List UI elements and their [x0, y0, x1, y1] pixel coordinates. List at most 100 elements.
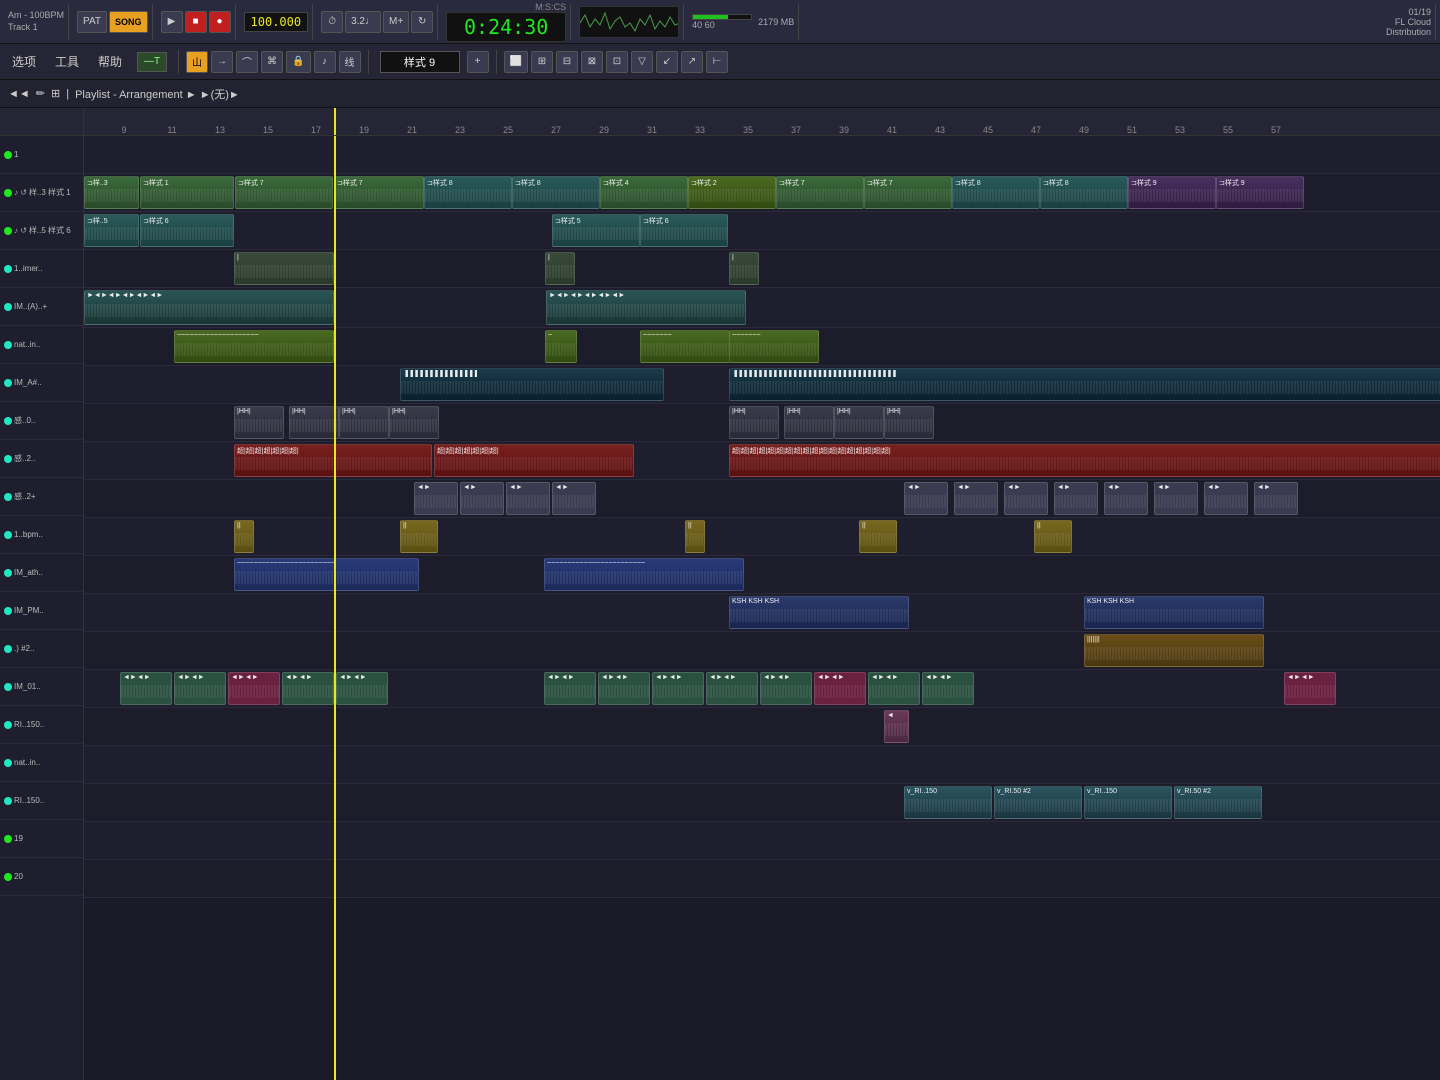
- tool-curve-btn[interactable]: ⌒: [236, 51, 258, 73]
- clip-r8-1[interactable]: |HH|: [234, 406, 284, 439]
- clip-r15-14[interactable]: ◄►◄►: [1284, 672, 1336, 705]
- clip-r12-2[interactable]: ~~~~~~~~~~~~~~~~~~~~~~~~: [544, 558, 744, 591]
- clip-r15-13[interactable]: ◄►◄►: [922, 672, 974, 705]
- nav-back-icon[interactable]: ◄◄: [8, 88, 30, 100]
- clip-r16-1[interactable]: ◄: [884, 710, 909, 743]
- metronome-button[interactable]: ⏱: [321, 11, 343, 33]
- clip-r3-4[interactable]: ⊐样式 6: [640, 214, 728, 247]
- clip-r2-3[interactable]: ⊐样式 7: [235, 176, 333, 209]
- clip-r13-1[interactable]: KSH KSH KSH: [729, 596, 909, 629]
- clip-r2-11[interactable]: ⊐样式 8: [952, 176, 1040, 209]
- pat-button[interactable]: PAT: [77, 11, 107, 33]
- record-button[interactable]: ●: [209, 11, 231, 33]
- clip-r15-12[interactable]: ◄►◄►: [868, 672, 920, 705]
- clip-r10-5[interactable]: ◄►: [904, 482, 948, 515]
- clip-r18-1[interactable]: v_RI..150: [904, 786, 992, 819]
- clip-r15-6[interactable]: ◄►◄►: [544, 672, 596, 705]
- clip-r2-5[interactable]: ⊐样式 8: [424, 176, 512, 209]
- clip-r18-4[interactable]: v_RI.50 #2: [1174, 786, 1262, 819]
- clip-r8-3[interactable]: |HH|: [339, 406, 389, 439]
- clip-r2-12[interactable]: ⊐样式 8: [1040, 176, 1128, 209]
- clip-r8-8[interactable]: |HH|: [884, 406, 934, 439]
- pattern-num-btn[interactable]: 3.2♩: [345, 11, 381, 33]
- clip-r10-10[interactable]: ◄►: [1154, 482, 1198, 515]
- func3-btn[interactable]: ↗: [681, 51, 703, 73]
- clip-r15-4[interactable]: ◄►◄►: [282, 672, 334, 705]
- nav-tools-icon[interactable]: ✏: [36, 87, 45, 100]
- clip-r10-7[interactable]: ◄►: [1004, 482, 1048, 515]
- tool-line-btn[interactable]: 线: [339, 51, 361, 73]
- clip-r11-5[interactable]: ||: [1034, 520, 1072, 553]
- clip-r7-1[interactable]: ▐▐▐▐▐▐▐▐▐▐▐▐▐▐▐: [400, 368, 664, 401]
- clip-r2-4[interactable]: ⊐样式 7: [334, 176, 424, 209]
- clip-r15-3[interactable]: ◄►◄►: [228, 672, 280, 705]
- clip-r15-2[interactable]: ◄►◄►: [174, 672, 226, 705]
- clip-r15-7[interactable]: ◄►◄►: [598, 672, 650, 705]
- loop-btn[interactable]: ↻: [411, 11, 433, 33]
- clip-r15-8[interactable]: ◄►◄►: [652, 672, 704, 705]
- clip-r2-6[interactable]: ⊐样式 8: [512, 176, 600, 209]
- menu-options[interactable]: 选项: [4, 49, 44, 74]
- align-btn[interactable]: ⊞: [531, 51, 553, 73]
- play-button[interactable]: ▶: [161, 11, 183, 33]
- clip-r6-4[interactable]: ~~~~~~~: [729, 330, 819, 363]
- clip-r6-1[interactable]: ~~~~~~~~~~~~~~~~~~~~: [174, 330, 334, 363]
- clip-r3-1[interactable]: ⊐样..5: [84, 214, 139, 247]
- tool-note-btn[interactable]: ♪: [314, 51, 336, 73]
- grid-btn[interactable]: ⊟: [556, 51, 578, 73]
- clip-r18-2[interactable]: v_RI.50 #2: [994, 786, 1082, 819]
- tool-arrow-btn[interactable]: →: [211, 51, 233, 73]
- clip-r2-1[interactable]: ⊐样..3: [84, 176, 139, 209]
- clip-r2-10[interactable]: ⊐样式 7: [864, 176, 952, 209]
- clip-r5-2[interactable]: ►◄►◄►◄►◄►◄►: [546, 290, 746, 325]
- clip-r2-9[interactable]: ⊐样式 7: [776, 176, 864, 209]
- filter-btn[interactable]: ▽: [631, 51, 653, 73]
- clip-r6-2[interactable]: ~: [545, 330, 577, 363]
- clip-r4-2[interactable]: |: [545, 252, 575, 285]
- clip-r8-6[interactable]: |HH|: [784, 406, 834, 439]
- clip-r11-4[interactable]: ||: [859, 520, 897, 553]
- menu-tools[interactable]: 工具: [47, 49, 87, 74]
- clip-r4-3[interactable]: |: [729, 252, 759, 285]
- clip-r2-14[interactable]: ⊐样式 9: [1216, 176, 1304, 209]
- clip-r7-2[interactable]: ▐▐▐▐▐▐▐▐▐▐▐▐▐▐▐▐▐▐▐▐▐▐▐▐▐▐▐▐▐▐▐▐▐: [729, 368, 1440, 401]
- mixer-btn[interactable]: M+: [383, 11, 409, 33]
- clip-r11-3[interactable]: ||: [685, 520, 705, 553]
- func1-btn[interactable]: ⊡: [606, 51, 628, 73]
- clip-r10-12[interactable]: ◄►: [1254, 482, 1298, 515]
- clip-r10-4[interactable]: ◄►: [552, 482, 596, 515]
- clip-r18-3[interactable]: v_RI..150: [1084, 786, 1172, 819]
- clip-r15-11[interactable]: ◄►◄►: [814, 672, 866, 705]
- clip-r10-8[interactable]: ◄►: [1054, 482, 1098, 515]
- pattern-selector[interactable]: 样式 9: [380, 51, 460, 73]
- bpm-display[interactable]: 100.000: [244, 12, 309, 32]
- nav-grid-icon[interactable]: ⊞: [51, 87, 60, 100]
- func4-btn[interactable]: ⊢: [706, 51, 728, 73]
- clip-r5-1[interactable]: ►◄►◄►◄►◄►◄►: [84, 290, 334, 325]
- clip-r11-2[interactable]: ||: [400, 520, 438, 553]
- clip-r2-13[interactable]: ⊐样式 9: [1128, 176, 1216, 209]
- clip-r8-5[interactable]: |HH|: [729, 406, 779, 439]
- clip-r9-1[interactable]: 超|超|超|超|超|超|超|: [234, 444, 432, 477]
- clip-r10-1[interactable]: ◄►: [414, 482, 458, 515]
- tool-link-btn[interactable]: ⌘: [261, 51, 283, 73]
- arrangement-area[interactable]: 9 11 13 15 17 19 21 23 25 27 29 31 33 35…: [84, 108, 1440, 1080]
- clip-r10-2[interactable]: ◄►: [460, 482, 504, 515]
- clip-r8-4[interactable]: |HH|: [389, 406, 439, 439]
- snap-btn[interactable]: ⊠: [581, 51, 603, 73]
- clip-r2-8[interactable]: ⊐样式 2: [688, 176, 776, 209]
- clip-r10-3[interactable]: ◄►: [506, 482, 550, 515]
- menu-help[interactable]: 帮助: [90, 49, 130, 74]
- clip-r6-3[interactable]: ~~~~~~~: [640, 330, 730, 363]
- clip-r3-3[interactable]: ⊐样式 5: [552, 214, 640, 247]
- clip-r11-1[interactable]: ||: [234, 520, 254, 553]
- clip-r8-2[interactable]: |HH|: [289, 406, 339, 439]
- clip-r8-7[interactable]: |HH|: [834, 406, 884, 439]
- clip-r10-9[interactable]: ◄►: [1104, 482, 1148, 515]
- clip-r14-1[interactable]: |||||||: [1084, 634, 1264, 667]
- clip-r10-6[interactable]: ◄►: [954, 482, 998, 515]
- clip-r15-10[interactable]: ◄►◄►: [760, 672, 812, 705]
- clip-r3-2[interactable]: ⊐样式 6: [140, 214, 234, 247]
- func2-btn[interactable]: ↙: [656, 51, 678, 73]
- clip-r13-2[interactable]: KSH KSH KSH: [1084, 596, 1264, 629]
